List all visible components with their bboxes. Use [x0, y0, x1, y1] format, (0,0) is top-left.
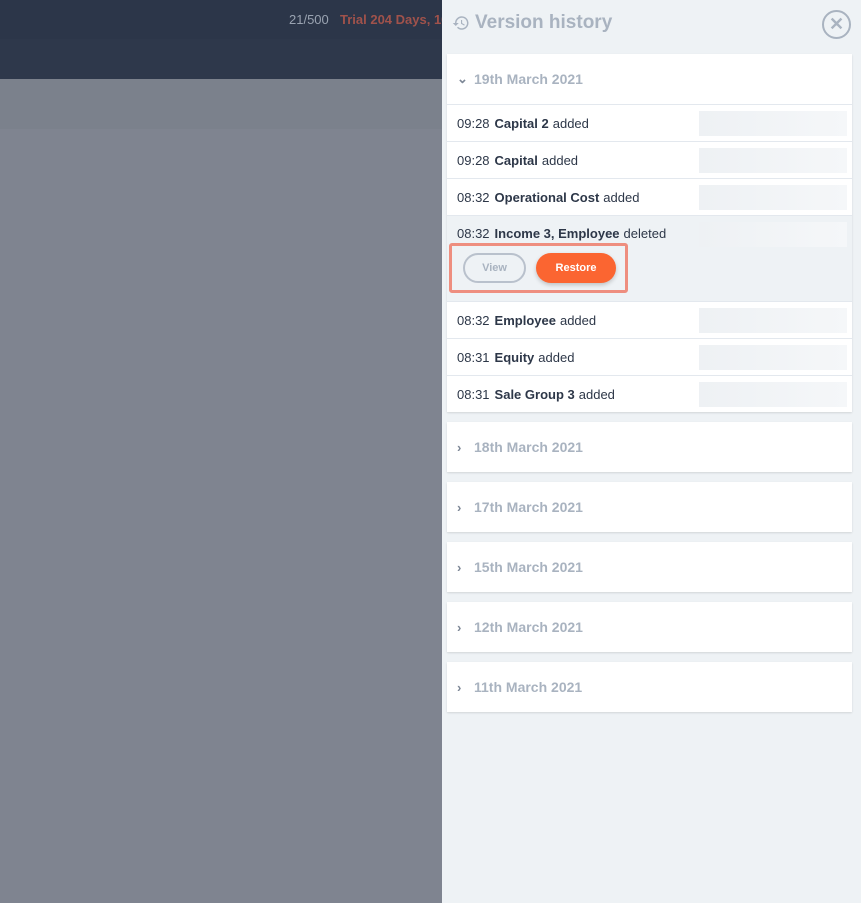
date-group[interactable]: › 11th March 2021	[447, 662, 852, 712]
close-icon[interactable]: ✕	[822, 10, 851, 39]
list-item[interactable]: 08:31 Sale Group 3 added	[447, 375, 852, 412]
entry-subject: Operational Cost	[494, 189, 600, 205]
version-history-panel: Version history ✕ ⌄ 19th March 2021 09:28…	[442, 0, 861, 903]
placeholder	[699, 382, 847, 407]
placeholder	[699, 185, 847, 210]
history-icon	[452, 16, 469, 30]
restore-button[interactable]: Restore	[536, 253, 616, 283]
entry-action: added	[538, 349, 575, 365]
entry-action: added	[541, 152, 579, 168]
date-label: 18th March 2021	[474, 439, 583, 455]
date-group-expanded: ⌄ 19th March 2021 09:28 Capital 2 added 09:…	[447, 54, 852, 412]
entry-time: 09:28	[457, 152, 490, 168]
date-label: 12th March 2021	[474, 619, 583, 635]
chevron-right-icon: ›	[457, 559, 462, 575]
date-header[interactable]: ⌄ 19th March 2021	[447, 54, 852, 104]
list-item[interactable]: 08:32 Employee added	[447, 301, 852, 338]
list-item[interactable]: 09:28 Capital 2 added	[447, 104, 852, 141]
entry-actions: View Restore	[449, 243, 628, 293]
entry-subject: Sale Group 3	[494, 386, 575, 402]
placeholder	[699, 111, 847, 136]
chevron-down-icon: ⌄	[457, 71, 468, 86]
entry-subject: Capital 2	[494, 115, 549, 131]
panel-title: Version history	[452, 12, 612, 34]
overlay-band	[0, 79, 442, 129]
entry-time: 08:31	[457, 386, 490, 402]
entry-time: 09:28	[457, 115, 490, 131]
date-label: 17th March 2021	[474, 499, 583, 515]
entry-time: 08:31	[457, 349, 490, 365]
list-item[interactable]: 09:28 Capital added	[447, 141, 852, 178]
entry-action: added	[603, 189, 640, 205]
entry-action: added	[578, 386, 615, 402]
view-button[interactable]: View	[463, 253, 526, 283]
entry-time: 08:32	[457, 312, 490, 328]
date-group[interactable]: › 12th March 2021	[447, 602, 852, 652]
entry-subject: Employee	[494, 312, 556, 328]
date-label: 11th March 2021	[474, 679, 583, 695]
placeholder	[699, 148, 847, 173]
entry-time: 08:32	[457, 189, 490, 205]
chevron-right-icon: ›	[457, 679, 462, 695]
date-group[interactable]: › 18th March 2021	[447, 422, 852, 472]
date-group[interactable]: › 17th March 2021	[447, 482, 852, 532]
chevron-right-icon: ›	[457, 619, 462, 635]
placeholder	[699, 345, 847, 370]
entry-subject: Income 3, Employee	[494, 226, 620, 241]
date-label: 15th March 2021	[474, 559, 583, 575]
panel-title-text: Version history	[475, 12, 613, 33]
entry-action: deleted	[623, 226, 667, 241]
chevron-right-icon: ›	[457, 439, 462, 455]
date-label: 19th March 2021	[474, 71, 583, 87]
placeholder	[699, 308, 847, 333]
entry-subject: Equity	[494, 349, 535, 365]
chevron-right-icon: ›	[457, 499, 462, 515]
list-item[interactable]: 08:31 Equity added	[447, 338, 852, 375]
date-group[interactable]: › 15th March 2021	[447, 542, 852, 592]
list-item-selected[interactable]: 08:32 Income 3, Employee deleted View Rest…	[447, 215, 852, 301]
trial-status[interactable]: Trial 204 Days, 10	[340, 12, 448, 27]
list-item[interactable]: 08:32 Operational Cost added	[447, 178, 852, 215]
entry-action: added	[559, 312, 597, 328]
placeholder	[699, 222, 847, 247]
entry-time: 08:32	[457, 226, 490, 241]
entry-subject: Capital	[494, 152, 538, 168]
usage-counter: 21/500	[289, 12, 329, 27]
entry-action: added	[552, 115, 589, 131]
